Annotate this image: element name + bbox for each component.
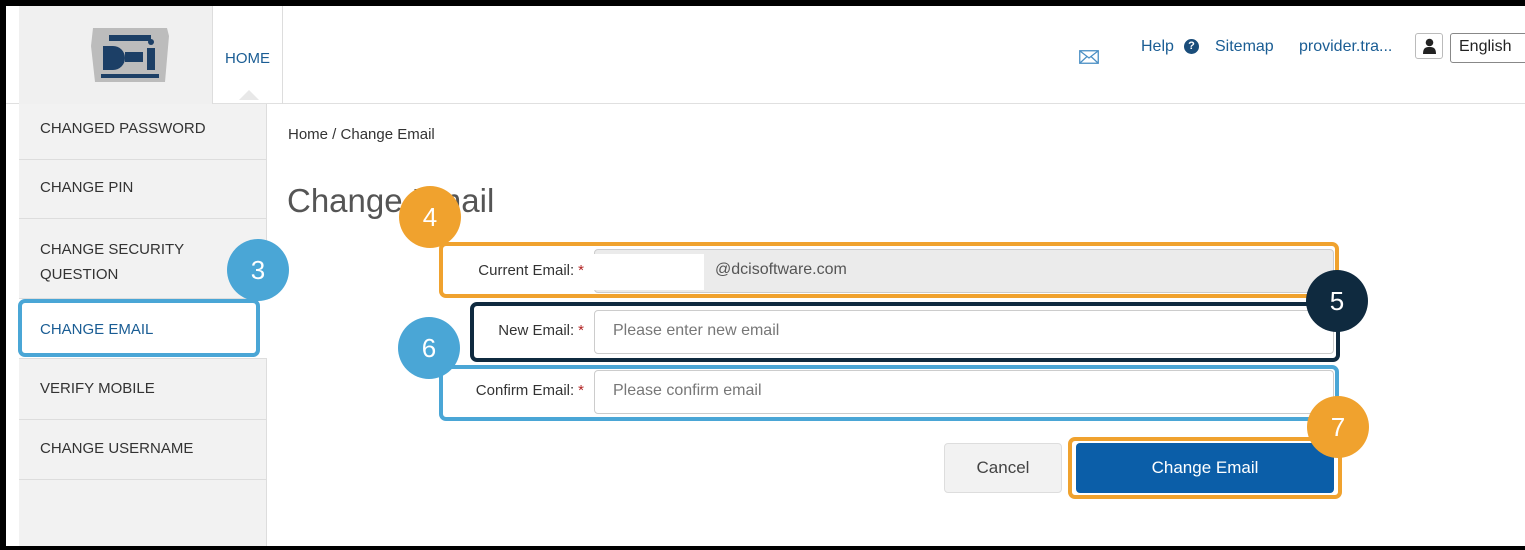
sidebar-item-change-username[interactable]: CHANGE USERNAME (19, 420, 267, 480)
highlight-change-email-menu (18, 299, 260, 357)
language-select[interactable]: English (1450, 33, 1525, 63)
home-tab[interactable]: HOME (213, 6, 283, 104)
highlight-new-email (470, 302, 1340, 362)
mail-icon[interactable] (1079, 50, 1099, 64)
top-navbar: HOME Help ? Sitemap provider.tra... Engl… (6, 6, 1525, 104)
highlight-current-email (439, 242, 1339, 298)
cancel-button[interactable]: Cancel (944, 443, 1062, 493)
username-link[interactable]: provider.tra... (1299, 38, 1392, 56)
help-link[interactable]: Help (1141, 38, 1174, 56)
sidebar-item-label: CHANGE USERNAME (40, 440, 194, 457)
step-7-badge: 7 (1307, 396, 1369, 458)
sidebar-item-change-pin[interactable]: CHANGE PIN (19, 160, 267, 219)
home-tab-label: HOME (225, 50, 270, 67)
sidebar-item-changed-password[interactable]: CHANGED PASSWORD (19, 104, 267, 160)
sitemap-link[interactable]: Sitemap (1215, 38, 1274, 56)
active-tab-caret (239, 90, 259, 100)
step-6-badge: 6 (398, 317, 460, 379)
step-3-badge: 3 (227, 239, 289, 301)
sidebar-item-label: CHANGE PIN (40, 179, 134, 196)
breadcrumb: Home / Change Email (288, 126, 435, 143)
highlight-change-email-button (1068, 437, 1342, 499)
page-title: Change Email (287, 182, 495, 219)
highlight-confirm-email (439, 365, 1339, 421)
sidebar-item-label: VERIFY MOBILE (40, 380, 155, 397)
screenshot-frame: HOME Help ? Sitemap provider.tra... Engl… (0, 0, 1525, 550)
logo-area (19, 6, 213, 104)
step-4-badge: 4 (399, 186, 461, 248)
sidebar-item-label: CHANGED PASSWORD (40, 120, 206, 137)
user-icon (1423, 38, 1436, 54)
step-5-badge: 5 (1306, 270, 1368, 332)
sidebar-item-label: CHANGE SECURITY QUESTION (40, 241, 184, 283)
question-circle-icon[interactable]: ? (1184, 39, 1199, 54)
sidebar-item-verify-mobile[interactable]: VERIFY MOBILE (19, 359, 267, 420)
dci-logo[interactable] (89, 26, 171, 84)
user-menu-button[interactable] (1415, 33, 1443, 59)
